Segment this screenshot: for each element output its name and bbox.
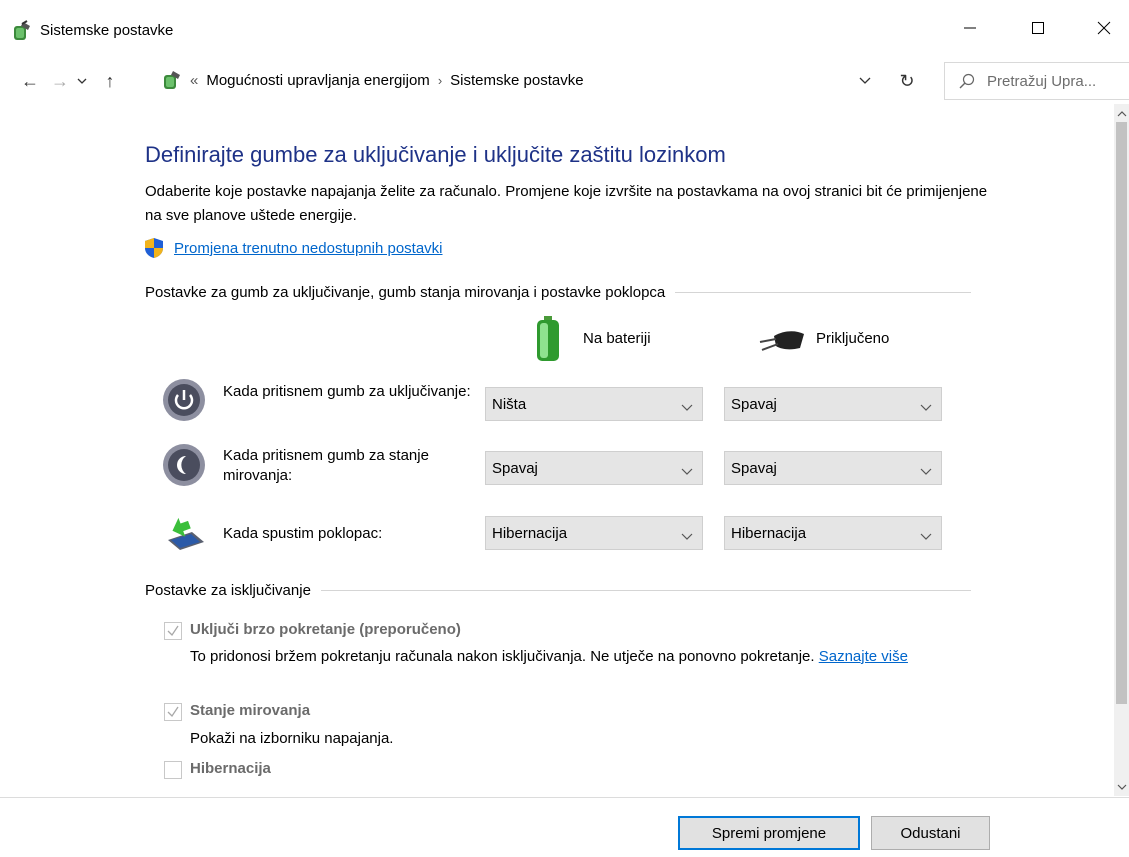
control-panel-icon — [160, 69, 182, 91]
checkmark-icon — [165, 625, 181, 643]
arrow-left-icon: ← — [21, 70, 39, 91]
lid-close-label: Kada spustim poklopac: — [223, 525, 383, 542]
column-on-battery: Na bateriji — [583, 330, 651, 347]
chevron-down-icon — [77, 74, 87, 88]
fast-startup-description: To pridonosi bržem pokretanju računala n… — [190, 646, 990, 668]
power-button-icon — [162, 378, 206, 422]
laptop-lid-icon — [162, 510, 206, 554]
search-icon — [959, 73, 975, 94]
main-content: Definirajte gumbe za uključivanje i uklj… — [0, 104, 1114, 796]
column-plugged-in: Priključeno — [816, 330, 890, 347]
uac-shield-icon — [144, 237, 164, 259]
path-overflow[interactable]: « — [190, 72, 198, 89]
sleep-button-label: Kada pritisnem gumb za stanje mirovanja: — [223, 447, 429, 484]
search-input[interactable]: Pretražuj Upra... — [944, 62, 1129, 100]
hibernate-checkbox[interactable] — [164, 761, 182, 779]
select-value: Spavaj — [492, 460, 538, 477]
breadcrumb-power-options[interactable]: Mogućnosti upravljanja energijom — [206, 72, 429, 89]
title-bar: Sistemske postavke — [0, 0, 1129, 56]
window-title: Sistemske postavke — [40, 22, 174, 39]
scrollbar-thumb[interactable] — [1116, 122, 1127, 704]
chevron-down-icon — [920, 528, 932, 546]
power-options-app-icon — [10, 20, 32, 42]
vertical-scrollbar[interactable] — [1114, 104, 1129, 796]
power-plug-icon — [756, 328, 806, 354]
hibernate-label: Hibernacija — [190, 760, 271, 777]
forward-button[interactable]: → — [46, 64, 74, 98]
cancel-button[interactable]: Odustani — [871, 816, 990, 850]
sleep-button-plugged-select[interactable]: Spavaj — [724, 451, 942, 485]
chevron-down-icon — [859, 72, 871, 90]
battery-icon — [536, 316, 560, 362]
sleep-button-battery-select[interactable]: Spavaj — [485, 451, 703, 485]
fast-startup-desc-text: To pridonosi bržem pokretanju računala n… — [190, 648, 815, 665]
shutdown-group-title: Postavke za isključivanje — [145, 582, 321, 599]
recent-locations-button[interactable] — [72, 64, 92, 98]
select-value: Spavaj — [731, 460, 777, 477]
breadcrumb-system-settings[interactable]: Sistemske postavke — [450, 72, 583, 89]
close-icon — [1097, 21, 1111, 40]
minimize-button[interactable] — [948, 8, 992, 52]
up-button[interactable]: ↑ — [96, 64, 124, 98]
address-dropdown-button[interactable] — [850, 64, 880, 98]
chevron-down-icon — [920, 399, 932, 417]
buttons-group-title: Postavke za gumb za uključivanje, gumb s… — [145, 284, 676, 301]
chevron-down-icon — [1117, 778, 1127, 796]
chevron-down-icon — [681, 528, 693, 546]
sleep-checkbox[interactable] — [164, 703, 182, 721]
chevron-up-icon — [1117, 104, 1127, 122]
scroll-up-button[interactable] — [1114, 104, 1129, 122]
fast-startup-checkbox[interactable] — [164, 622, 182, 640]
select-value: Ništa — [492, 396, 527, 413]
lid-close-battery-select[interactable]: Hibernacija — [485, 516, 703, 550]
address-path[interactable]: « Mogućnosti upravljanja energijom › Sistem… — [154, 64, 884, 98]
change-unavailable-settings-link[interactable]: Promjena trenutno nedostupnih postavki — [174, 240, 443, 257]
sleep-button-icon — [162, 443, 206, 487]
arrow-up-icon: ↑ — [105, 70, 115, 91]
select-value: Hibernacija — [492, 525, 568, 542]
page-title: Definirajte gumbe za uključivanje i uklj… — [145, 142, 726, 167]
refresh-icon: ↻ — [899, 70, 915, 91]
refresh-button[interactable]: ↻ — [890, 64, 924, 98]
fast-startup-label: Uključi brzo pokretanje (preporučeno) — [190, 621, 461, 638]
arrow-right-icon: → — [51, 70, 69, 91]
save-changes-button[interactable]: Spremi promjene — [678, 816, 860, 850]
search-placeholder: Pretražuj Upra... — [987, 73, 1097, 90]
power-button-label: Kada pritisnem gumb za uključivanje: — [223, 383, 471, 400]
select-value: Hibernacija — [731, 525, 807, 542]
minimize-icon — [963, 21, 977, 40]
back-button[interactable]: ← — [16, 64, 44, 98]
chevron-down-icon — [681, 463, 693, 481]
lid-close-plugged-select[interactable]: Hibernacija — [724, 516, 942, 550]
maximize-icon — [1031, 21, 1045, 40]
footer-bar: Spremi promjene Odustani — [0, 797, 1129, 857]
chevron-down-icon — [920, 463, 932, 481]
maximize-button[interactable] — [1016, 8, 1060, 52]
checkmark-icon — [165, 706, 181, 724]
chevron-down-icon — [681, 399, 693, 417]
power-button-battery-select[interactable]: Ništa — [485, 387, 703, 421]
sleep-description: Pokaži na izborniku napajanja. — [190, 730, 394, 747]
power-button-plugged-select[interactable]: Spavaj — [724, 387, 942, 421]
page-description: Odaberite koje postavke napajanja želite… — [145, 183, 988, 224]
scroll-down-button[interactable] — [1114, 778, 1129, 796]
breadcrumb-separator: › — [437, 73, 443, 88]
select-value: Spavaj — [731, 396, 777, 413]
sleep-label: Stanje mirovanja — [190, 702, 311, 719]
close-button[interactable] — [1082, 8, 1126, 52]
learn-more-link[interactable]: Saznajte više — [819, 648, 908, 665]
